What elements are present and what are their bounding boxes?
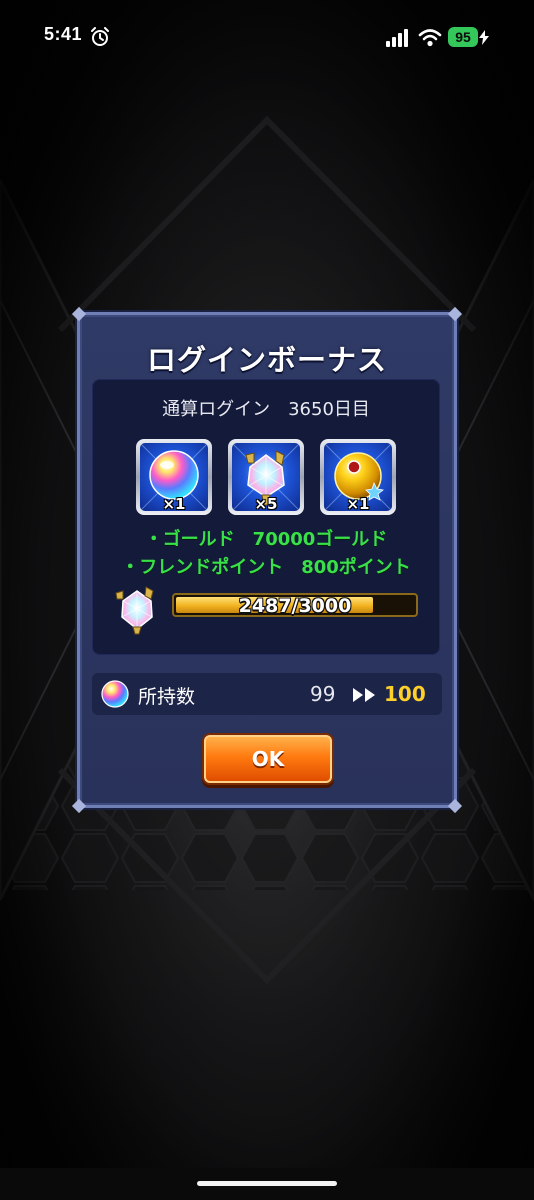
reward-line-gold: ・ゴールド 70000ゴールド [144,529,388,550]
home-indicator[interactable] [197,1181,337,1186]
reward-item-card: ×1 [136,439,212,515]
reward-panel: 通算ログイン 3650日目 ×1 ×5 ×1 ・ゴールド 70000ゴールド ・… [92,379,440,655]
login-bonus-dialog: ログインボーナス 通算ログイン 3650日目 ×1 ×5 ×1 ・ゴールド 70… [71,306,463,814]
double-arrow-icon [353,688,375,702]
owned-after-value: 100 [384,682,426,706]
star-gem-shard-icon [115,586,154,635]
rainbow-orb-icon [101,680,129,708]
signal-icon [386,29,408,47]
item-quantity: ×5 [254,495,278,511]
dialog-title: ログインボーナス [146,343,387,377]
owned-before-value: 99 [310,682,336,706]
reward-item-card: ×5 [228,439,304,515]
status-time: 5:41 [44,24,83,44]
reward-item-card: ×1 [320,439,396,515]
item-quantity: ×1 [162,495,186,511]
item-quantity: ×1 [346,495,370,511]
reward-line-friend-points: ・フレンドポイント 800ポイント [121,557,411,578]
alarm-icon [91,27,109,46]
game-screen: 5:41 95 ログインボーナス 通算ログイン 3650日目 ×1 ×5 ×1 … [0,0,534,1200]
login-count: 通算ログイン 3650日目 [162,399,370,420]
ok-button[interactable]: OK [204,735,332,783]
owned-label: 所持数 [138,686,196,708]
owned-count-bar: 所持数 99 100 [92,673,442,715]
charge-icon [479,30,489,45]
wifi-icon [418,29,442,47]
progress-text: 2487/3000 [238,595,352,617]
battery-indicator: 95 [448,27,478,47]
gem-progress-bar: 2487/3000 [172,593,418,617]
status-bar: 5:41 95 [0,0,534,76]
